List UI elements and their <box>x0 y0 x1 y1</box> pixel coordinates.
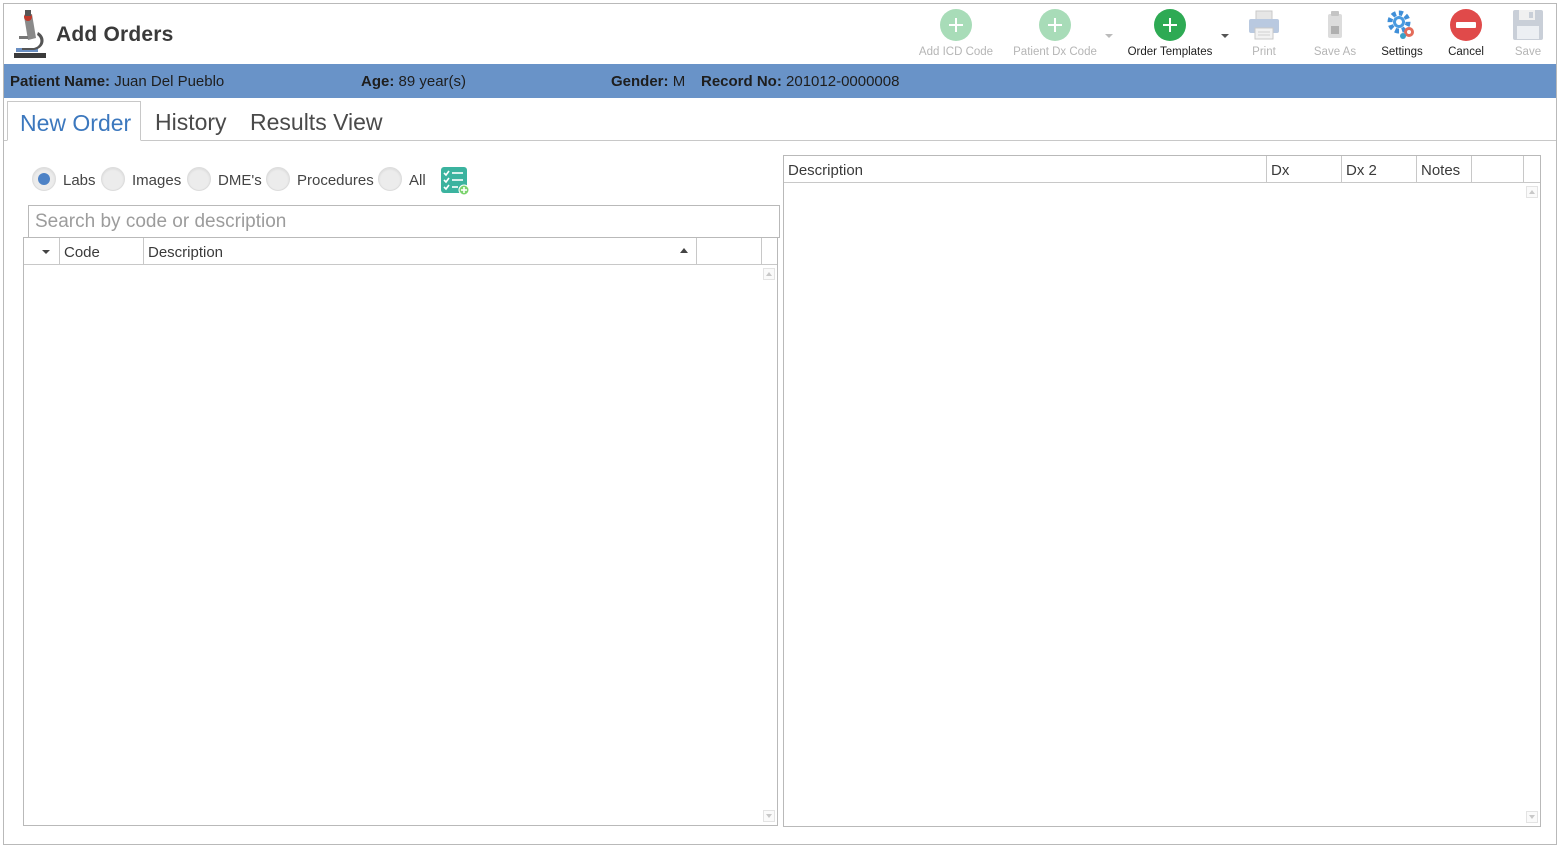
chevron-down-icon <box>42 250 50 254</box>
scroll-down-icon[interactable] <box>1526 811 1538 823</box>
page-title: Add Orders <box>56 23 174 46</box>
gear-icon <box>1385 8 1419 42</box>
save-as-button[interactable]: Save As <box>1307 6 1363 62</box>
column-header-description[interactable]: Description <box>784 156 1267 182</box>
clipboard-icon <box>1318 8 1352 42</box>
tab-history[interactable]: History <box>143 101 239 141</box>
code-grid-scrollbar[interactable] <box>761 265 777 825</box>
scroll-up-icon[interactable] <box>763 268 775 280</box>
column-header-description[interactable]: Description <box>144 238 697 264</box>
no-entry-icon <box>1449 8 1483 42</box>
order-grid-header: Description Dx Dx 2 Notes <box>784 156 1540 183</box>
order-templates-label: Order Templates <box>1127 46 1213 58</box>
add-circle-icon <box>1153 8 1187 42</box>
tab-strip: New Order History Results View <box>4 98 1556 141</box>
patient-name: Patient Name: Juan Del Pueblo <box>10 73 224 90</box>
patient-age-label: Age: <box>361 73 395 90</box>
code-grid: Code Description <box>23 237 778 826</box>
radio-all-label: All <box>409 172 426 189</box>
patient-dx-code-dropdown-icon[interactable] <box>1105 34 1113 38</box>
patient-info-bar: Patient Name: Juan Del Pueblo Age: 89 ye… <box>4 64 1556 98</box>
save-label: Save <box>1514 46 1542 58</box>
order-templates-button[interactable]: Order Templates <box>1120 6 1220 62</box>
radio-images-label: Images <box>132 172 182 189</box>
radio-dmes-label: DME's <box>218 172 262 189</box>
print-button[interactable]: Print <box>1239 6 1289 62</box>
add-circle-icon <box>1038 8 1072 42</box>
patient-age: Age: 89 year(s) <box>361 73 466 90</box>
add-circle-icon <box>939 8 973 42</box>
column-header-spacer <box>697 238 762 264</box>
cancel-button[interactable]: Cancel <box>1440 6 1492 62</box>
patient-dx-code-label: Patient Dx Code <box>1013 46 1097 58</box>
tab-results-view[interactable]: Results View <box>238 101 395 141</box>
patient-gender-value: M <box>672 73 686 90</box>
column-header-spacer <box>1472 156 1524 182</box>
patient-gender: Gender: M <box>611 73 685 90</box>
floppy-disk-icon <box>1511 8 1545 42</box>
header-toolbar: Add Orders Add ICD Code Patient Dx Code … <box>4 4 1556 64</box>
scroll-up-icon[interactable] <box>1526 186 1538 198</box>
column-header-dx2[interactable]: Dx 2 <box>1342 156 1417 182</box>
column-header-dx[interactable]: Dx <box>1267 156 1342 182</box>
tab-new-order[interactable]: New Order <box>7 101 141 141</box>
radio-empty-icon <box>378 167 402 191</box>
radio-selected-icon <box>32 167 56 191</box>
patient-record-value: 201012-0000008 <box>786 73 900 90</box>
search-input[interactable] <box>28 205 780 238</box>
patient-gender-label: Gender: <box>611 73 669 90</box>
scroll-down-icon[interactable] <box>763 810 775 822</box>
add-icd-code-button[interactable]: Add ICD Code <box>912 6 1000 62</box>
grid-options-button[interactable] <box>24 238 60 264</box>
order-templates-dropdown-icon[interactable] <box>1221 34 1229 38</box>
printer-icon <box>1247 8 1281 42</box>
column-header-notes[interactable]: Notes <box>1417 156 1472 182</box>
radio-empty-icon <box>101 167 125 191</box>
microscope-icon <box>12 8 48 60</box>
order-grid: Description Dx Dx 2 Notes <box>783 155 1541 827</box>
patient-record-label: Record No: <box>701 73 782 90</box>
cancel-label: Cancel <box>1448 46 1484 58</box>
save-as-label: Save As <box>1313 46 1357 58</box>
radio-labs-label: Labs <box>63 172 96 189</box>
patient-name-value: Juan Del Pueblo <box>114 73 225 90</box>
patient-record: Record No: 201012-0000008 <box>701 73 899 90</box>
radio-empty-icon <box>187 167 211 191</box>
settings-button[interactable]: Settings <box>1374 6 1430 62</box>
code-grid-header: Code Description <box>24 238 777 265</box>
patient-dx-code-button[interactable]: Patient Dx Code <box>1007 6 1103 62</box>
checklist-add-icon[interactable] <box>440 166 470 196</box>
add-orders-window: Add Orders Add ICD Code Patient Dx Code … <box>3 3 1557 845</box>
settings-label: Settings <box>1381 46 1423 58</box>
patient-name-label: Patient Name: <box>10 73 111 90</box>
radio-procedures-label: Procedures <box>297 172 374 189</box>
sort-ascending-icon <box>680 248 688 253</box>
add-icd-code-label: Add ICD Code <box>918 46 994 58</box>
column-header-code[interactable]: Code <box>60 238 144 264</box>
patient-age-value: 89 year(s) <box>398 73 467 90</box>
print-label: Print <box>1252 46 1276 58</box>
save-button[interactable]: Save <box>1504 6 1552 62</box>
radio-empty-icon <box>266 167 290 191</box>
order-grid-scrollbar[interactable] <box>1524 183 1540 826</box>
column-header-description-label: Description <box>148 244 224 261</box>
